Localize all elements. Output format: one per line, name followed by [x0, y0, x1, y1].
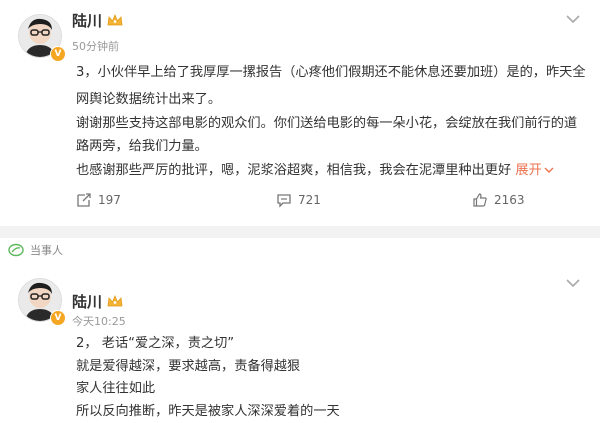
chevron-down-icon[interactable] — [566, 278, 580, 288]
verified-badge-icon: V — [50, 310, 66, 326]
post-text-line: 2， 老话“爱之深，责之切” — [76, 336, 235, 351]
post-text-line: 家人往往如此 — [76, 381, 156, 396]
post-time[interactable]: 今天10:25 — [72, 313, 126, 329]
post-text-line: 就是爱得越深，要求越高，责备得越狠 — [76, 359, 301, 374]
crown-icon — [107, 294, 123, 307]
post-text-line: 所以反向推断，昨天是被家人深深爱着的一天 — [76, 404, 340, 419]
post-card: V 陆川 今天10:25 2， 老话“爱之深，责之切” 就是爱得越深，要求越高，… — [0, 0, 600, 423]
author-name[interactable]: 陆川 — [72, 291, 102, 312]
